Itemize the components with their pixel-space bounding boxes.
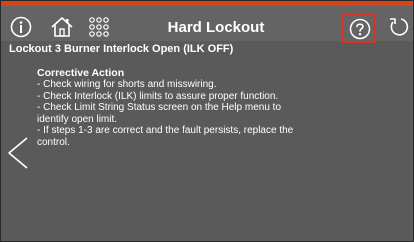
help-icon — [349, 18, 371, 40]
lockout-title: Lockout 3 Burner Interlock Open (ILK OFF… — [9, 43, 234, 55]
action-line: - If steps 1-3 are correct and the fault… — [37, 125, 294, 136]
corrective-action-panel: Corrective Action - Check wiring for sho… — [37, 67, 407, 148]
lockout-screen: Hard Lockout Lockout 3 Burner Interlock … — [0, 0, 414, 242]
corrective-action-heading: Corrective Action — [37, 67, 125, 79]
action-line: control. — [37, 136, 70, 148]
action-line: identify open limit. — [37, 113, 118, 125]
action-line: - Check wiring for shorts and misswiring… — [37, 79, 217, 90]
home-icon[interactable] — [50, 16, 74, 38]
left-arrow-icon[interactable] — [6, 136, 30, 170]
top-bar: Hard Lockout — [1, 1, 413, 43]
back-icon[interactable] — [387, 16, 409, 38]
info-icon[interactable] — [10, 16, 32, 38]
action-line: - Check Limit String Status screen on th… — [37, 102, 282, 113]
help-button[interactable] — [342, 14, 376, 43]
action-line: - Check Interlock (ILK) limits to assure… — [37, 90, 279, 102]
grid-icon[interactable] — [88, 16, 110, 38]
page-title: Hard Lockout — [167, 19, 265, 36]
